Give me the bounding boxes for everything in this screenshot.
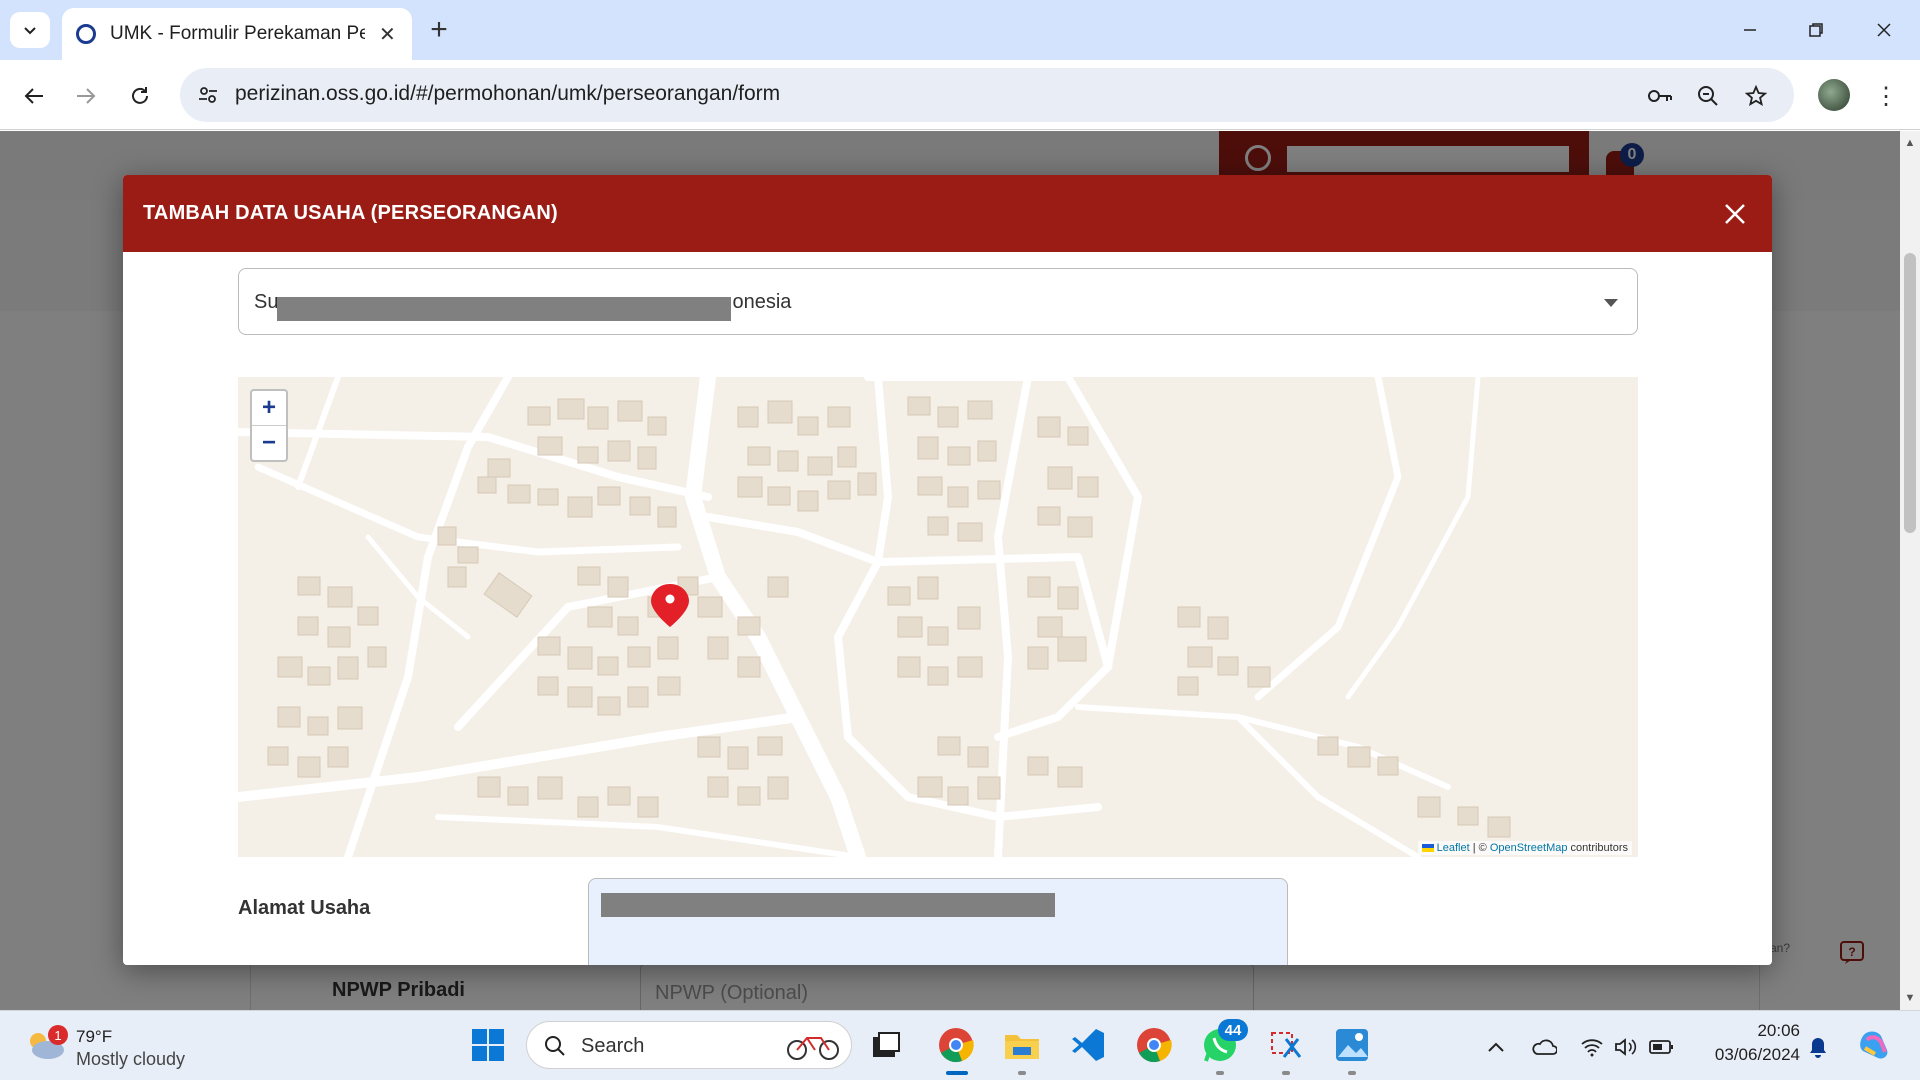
alamat-usaha-textarea[interactable] xyxy=(588,878,1288,965)
windows-taskbar: 1 79°F Mostly cloudy Search 44 20:06 03/… xyxy=(0,1010,1920,1080)
browser-toolbar: perizinan.oss.go.id/#/permohonan/umk/per… xyxy=(0,60,1920,130)
ukraine-flag-icon xyxy=(1421,844,1434,853)
photos-app-icon[interactable] xyxy=(1332,1025,1372,1065)
location-map[interactable]: + − Leaflet | © OpenStreetMap contributo… xyxy=(238,377,1638,857)
scroll-down-icon[interactable]: ▼ xyxy=(1904,992,1916,1004)
search-label: Search xyxy=(581,1035,645,1057)
close-icon xyxy=(1725,204,1745,224)
volume-icon[interactable] xyxy=(1612,1033,1640,1061)
tab-search-button[interactable] xyxy=(10,12,50,48)
clock-date: 03/06/2024 xyxy=(1714,1045,1800,1064)
weather-condition: Mostly cloudy xyxy=(76,1049,186,1069)
leaflet-link[interactable]: Leaflet xyxy=(1437,842,1470,854)
restore-button[interactable] xyxy=(1796,12,1836,48)
chrome-profile-icon[interactable] xyxy=(1134,1025,1174,1065)
zoom-out-button[interactable]: − xyxy=(252,425,286,459)
battery-icon[interactable] xyxy=(1648,1033,1676,1061)
password-key-icon[interactable] xyxy=(1646,82,1674,110)
onedrive-cloud-icon[interactable] xyxy=(1530,1033,1558,1061)
whatsapp-badge: 44 xyxy=(1218,1019,1248,1041)
zoom-icon[interactable] xyxy=(1694,82,1722,110)
weather-widget[interactable]: 1 79°F Mostly cloudy xyxy=(26,1025,226,1069)
map-attribution: Leaflet | © OpenStreetMap contributors xyxy=(1417,841,1632,855)
windows-logo-icon xyxy=(472,1029,504,1061)
modal-header: TAMBAH DATA USAHA (PERSEORANGAN) xyxy=(123,175,1772,252)
scrollbar-thumb[interactable] xyxy=(1904,253,1916,533)
chevron-down-icon xyxy=(24,27,36,35)
system-clock[interactable]: 20:06 03/06/2024 xyxy=(1696,1021,1800,1065)
chevron-down-icon xyxy=(1604,299,1618,307)
copilot-icon[interactable] xyxy=(1856,1027,1892,1063)
add-business-modal: TAMBAH DATA USAHA (PERSEORANGAN) Su onesi… xyxy=(123,175,1772,965)
forward-button[interactable] xyxy=(68,78,104,114)
close-tab-icon[interactable]: ✕ xyxy=(379,22,396,47)
close-window-button[interactable] xyxy=(1864,12,1904,48)
modal-body: Su onesia + − Leaflet | © OpenStreetMap … xyxy=(123,252,1772,965)
chrome-app-icon[interactable] xyxy=(936,1025,976,1065)
start-button[interactable] xyxy=(470,1027,506,1063)
file-explorer-icon[interactable] xyxy=(1002,1025,1042,1065)
minimize-button[interactable] xyxy=(1730,12,1770,48)
show-hidden-icons-chevron-icon[interactable] xyxy=(1482,1033,1510,1061)
whatsapp-running-indicator xyxy=(1216,1071,1224,1075)
bookmark-star-icon[interactable] xyxy=(1742,82,1770,110)
arrow-left-icon xyxy=(24,88,43,104)
notifications-bell-icon[interactable] xyxy=(1804,1033,1832,1061)
new-tab-button[interactable]: + xyxy=(424,12,454,48)
site-settings-icon[interactable] xyxy=(194,81,222,109)
photos-running-indicator xyxy=(1348,1071,1356,1075)
chrome-running-indicator xyxy=(946,1071,968,1075)
location-select[interactable]: Su onesia xyxy=(238,268,1638,335)
bicycle-icon xyxy=(787,1037,839,1060)
modal-title: TAMBAH DATA USAHA (PERSEORANGAN) xyxy=(143,202,558,224)
osm-link[interactable]: OpenStreetMap xyxy=(1490,842,1568,854)
explorer-running-indicator xyxy=(1018,1071,1026,1075)
site-favicon-icon xyxy=(76,24,96,44)
browser-menu-icon[interactable]: ⋮ xyxy=(1872,78,1900,114)
taskbar-search[interactable]: Search xyxy=(526,1021,852,1069)
arrow-right-icon xyxy=(77,88,96,104)
reload-button[interactable] xyxy=(122,78,158,114)
url-text[interactable]: perizinan.oss.go.id/#/permohonan/umk/per… xyxy=(235,82,780,106)
reload-icon xyxy=(132,87,148,104)
close-icon xyxy=(1877,23,1891,37)
map-zoom-control: + − xyxy=(250,389,288,462)
modal-close-button[interactable] xyxy=(1720,199,1750,229)
redacted-block xyxy=(601,893,1055,917)
temperature: 79°F xyxy=(76,1027,113,1046)
search-icon xyxy=(545,1036,565,1056)
tab-strip: UMK - Formulir Perekaman Pela ✕ + xyxy=(0,0,1920,60)
clock-time: 20:06 xyxy=(1757,1021,1800,1040)
address-bar[interactable]: perizinan.oss.go.id/#/permohonan/umk/per… xyxy=(180,68,1794,122)
redacted-block xyxy=(277,297,731,321)
restore-icon xyxy=(1809,23,1823,37)
weather-alert-badge: 1 xyxy=(48,1025,68,1045)
alamat-usaha-label: Alamat Usaha xyxy=(238,897,371,919)
task-view-icon[interactable] xyxy=(866,1025,906,1065)
tab-title: UMK - Formulir Perekaman Pela xyxy=(110,23,365,44)
zoom-in-button[interactable]: + xyxy=(252,391,286,425)
page-scrollbar[interactable]: ▲ ▼ xyxy=(1900,131,1920,1010)
minimize-icon xyxy=(1744,29,1756,31)
snipping-tool-icon[interactable] xyxy=(1266,1025,1306,1065)
browser-tab-active[interactable]: UMK - Formulir Perekaman Pela ✕ xyxy=(62,8,412,60)
vscode-icon[interactable] xyxy=(1068,1025,1108,1065)
snipping-running-indicator xyxy=(1282,1071,1290,1075)
back-button[interactable] xyxy=(16,78,52,114)
profile-avatar[interactable] xyxy=(1818,79,1850,111)
scroll-up-icon[interactable]: ▲ xyxy=(1904,137,1916,149)
wifi-icon[interactable] xyxy=(1578,1033,1606,1061)
map-tiles xyxy=(238,377,1638,857)
